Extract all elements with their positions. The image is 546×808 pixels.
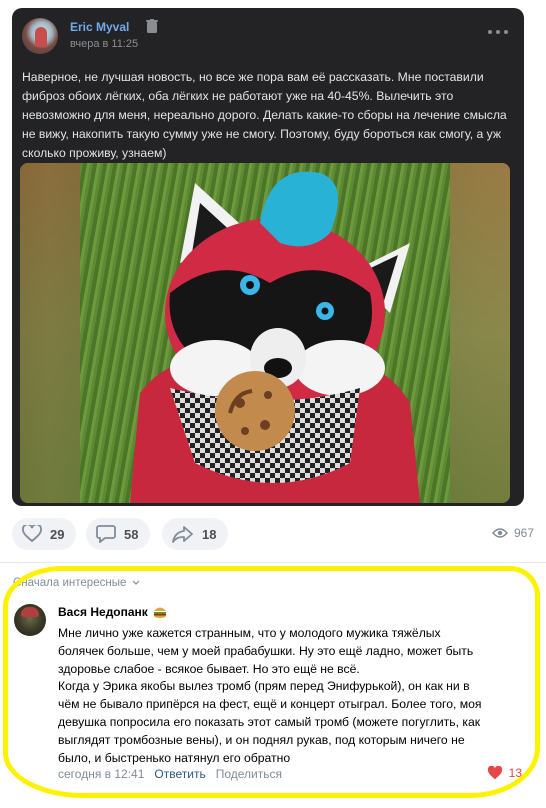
raccoon-fursuit-image: [130, 171, 420, 503]
comment-button[interactable]: 58: [86, 518, 151, 550]
share-link[interactable]: Поделиться: [216, 767, 282, 781]
comment-line: Когда у Эрика якобы вылез тромб (прям пе…: [58, 679, 470, 694]
comment-line: болячек больше, чем у моей прабабушки. Н…: [58, 643, 474, 658]
comment-bubble-icon: [96, 525, 116, 543]
views-counter: 967: [492, 526, 534, 540]
comment-like-count: 13: [508, 766, 522, 780]
heart-outline-icon: [22, 525, 42, 543]
post-photo[interactable]: [20, 163, 510, 503]
post-text: Наверное, не лучшая новость, но все же п…: [22, 70, 507, 160]
post-author-name[interactable]: Eric Myval: [70, 20, 129, 34]
reaction-bar: 29 58 18 967: [12, 518, 534, 550]
more-options-icon[interactable]: [488, 30, 508, 36]
comment-line: девушка попросила его показать этот самы…: [58, 714, 481, 729]
burger-emoji-icon: [153, 607, 166, 618]
comment-line: было, и быстренько натянул его обратно: [58, 750, 291, 765]
share-count: 18: [202, 526, 217, 542]
chevron-down-icon: [132, 580, 139, 585]
comment-line: выглядят тромбозные вены), и он поднял р…: [58, 732, 465, 747]
eye-icon: [492, 528, 508, 538]
comments-sort-dropdown[interactable]: Сначала интересные: [13, 577, 140, 589]
sort-label: Сначала интересные: [13, 577, 127, 589]
comment-line: чём не бывало припёрся на фест, ещё и ко…: [58, 697, 482, 712]
post-card: Eric Myval вчера в 11:25 Наверное, не лу…: [12, 8, 524, 506]
share-arrow-icon: [172, 526, 193, 543]
trash-icon: [146, 19, 158, 33]
share-button[interactable]: 18: [162, 518, 229, 550]
author-avatar[interactable]: [22, 18, 58, 54]
comment-text: Мне лично уже кажется странным, что у мо…: [58, 625, 508, 767]
view-count: 967: [513, 526, 534, 540]
comment-author-avatar[interactable]: [14, 604, 46, 636]
comment-meta: сегодня в 12:41 Ответить Поделиться: [58, 767, 282, 781]
comment-author-name: Вася Недопанк: [58, 605, 148, 619]
comment-count: 58: [124, 526, 139, 542]
like-button[interactable]: 29: [12, 518, 77, 550]
comment-like-button[interactable]: 13: [487, 766, 522, 780]
comment-line: Мне лично уже кажется странным, что у мо…: [58, 626, 441, 640]
heart-filled-icon: [487, 766, 502, 780]
comment-author[interactable]: Вася Недопанк: [58, 605, 167, 619]
comment-timestamp[interactable]: сегодня в 12:41: [58, 767, 144, 781]
like-count: 29: [50, 526, 65, 542]
divider: [0, 562, 546, 563]
post-timestamp[interactable]: вчера в 11:25: [70, 38, 138, 50]
reply-link[interactable]: Ответить: [154, 767, 205, 781]
comment-line: здоровье слабое - всякое бывает. Но это …: [58, 661, 360, 676]
